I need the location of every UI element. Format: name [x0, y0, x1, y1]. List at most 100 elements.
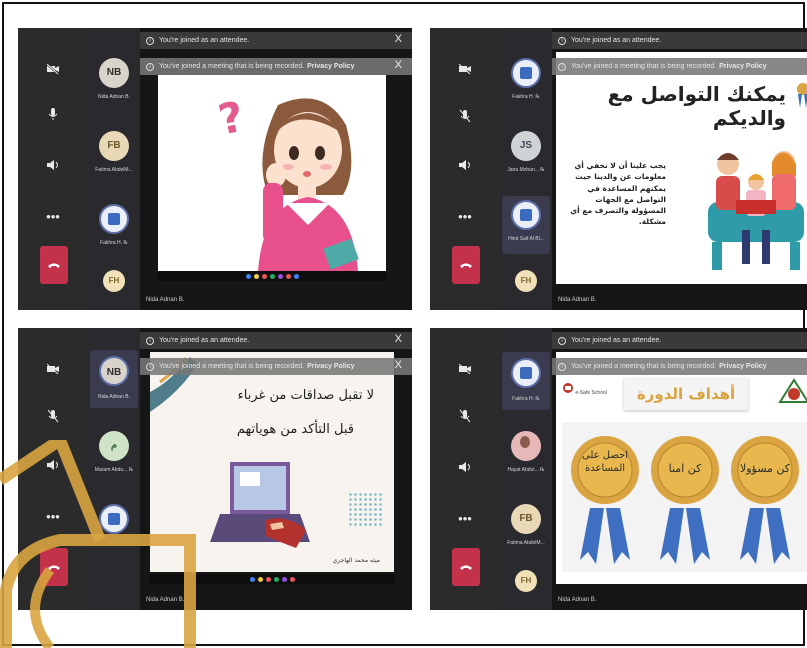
hang-up-button[interactable]	[452, 548, 480, 586]
avatar[interactable]	[99, 504, 129, 534]
slide-course-goals: e-Safe School أهداف الدورة احصل على المس…	[556, 352, 807, 584]
participant-name: Hayat Abdul... ℞	[507, 467, 545, 473]
mic-off-icon[interactable]	[454, 408, 476, 430]
shared-screen: i You're joined as an attendee. X لا تقب…	[140, 328, 412, 610]
speaker-icon[interactable]	[42, 456, 64, 478]
participant-name: Fatima AbdelM...	[507, 540, 545, 546]
avatar[interactable]	[99, 204, 129, 234]
info-icon: i	[558, 62, 566, 71]
slide-body: يجب علينا أن لا نخفي أي معلومات عن والدي…	[570, 161, 666, 227]
presenter-name: Nida Adnan B.	[146, 597, 185, 603]
medal-be-safe: كن امنا	[650, 428, 720, 573]
info-icon: i	[146, 336, 154, 345]
participant-name: Fakhra H. ℞	[512, 94, 540, 100]
slide-talk-to-parents: يمكنك التواصل مع والديكم يجب علينا أن لا…	[556, 52, 807, 284]
avatar[interactable]: NB	[99, 58, 129, 88]
avatar[interactable]: FH	[515, 270, 537, 292]
camera-off-icon[interactable]	[42, 360, 64, 382]
more-options-icon[interactable]: •••	[42, 506, 64, 528]
attendee-notification: i You're joined as an attendee. X	[552, 332, 807, 349]
slide-credit: ميثه محمد الهاجري	[332, 557, 380, 564]
more-options-icon[interactable]: •••	[454, 206, 476, 228]
participant-name: Fatima AbdelM...	[95, 167, 133, 173]
presenter-taskbar	[158, 271, 386, 281]
info-icon: i	[558, 336, 566, 345]
presenter-name: Nida Adnan B.	[558, 297, 597, 303]
avatar[interactable]	[511, 358, 541, 388]
mic-off-icon[interactable]	[454, 108, 476, 130]
info-icon: i	[146, 36, 154, 45]
meeting-panel-4: ••• Fakhra H. ℞ Hayat Abdul... ℞ FB Fati…	[430, 328, 807, 610]
participant-name: Jana Mohan... ℞	[507, 167, 545, 173]
speaker-icon[interactable]	[454, 156, 476, 178]
mic-icon[interactable]	[42, 106, 64, 128]
slide-header: أهداف الدورة	[636, 385, 736, 403]
avatar[interactable]: JS	[511, 131, 541, 161]
participant-name: Nida Adnan B.	[98, 394, 130, 400]
close-icon[interactable]: X	[395, 333, 402, 345]
call-controls: •••	[18, 328, 88, 610]
meeting-panel-1: ••• NB Nida Adnan B. FB Fatima AbdelM...…	[18, 28, 412, 310]
avatar[interactable]	[511, 58, 541, 88]
close-icon[interactable]: X	[395, 33, 402, 45]
avatar[interactable]	[511, 431, 541, 461]
camera-off-icon[interactable]	[42, 60, 64, 82]
info-icon: i	[146, 362, 154, 371]
meeting-panel-2: ••• Fakhra H. ℞ JS Jana Mohan... ℞ Hind …	[430, 28, 807, 310]
hang-up-button[interactable]	[40, 246, 68, 284]
avatar[interactable]	[511, 200, 541, 230]
notification-text: You're joined as an attendee.	[571, 37, 662, 44]
info-icon: i	[558, 362, 566, 371]
participant-name: Maram Abdu... ℞	[94, 467, 134, 473]
info-icon: i	[146, 62, 154, 71]
avatar[interactable]: FH	[103, 270, 125, 292]
call-controls: •••	[430, 28, 500, 310]
privacy-policy-link[interactable]: Privacy Policy	[719, 363, 766, 370]
hang-up-button[interactable]	[40, 548, 68, 586]
school-logo-icon	[563, 383, 573, 393]
avatar[interactable]: م	[99, 431, 129, 461]
thinking-girl-illustration: ?	[214, 92, 359, 271]
more-options-icon[interactable]: •••	[42, 206, 64, 228]
hang-up-button[interactable]	[452, 246, 480, 284]
privacy-policy-link[interactable]: Privacy Policy	[307, 63, 354, 70]
camera-off-icon[interactable]	[454, 360, 476, 382]
hang-up-icon	[48, 565, 60, 570]
hang-up-icon	[460, 263, 472, 268]
medal-label: كن امنا	[668, 462, 702, 475]
slide-title: يمكنك التواصل مع والديكم	[607, 82, 786, 130]
participant-roster: NB Nida Adnan B. م Maram Abdu... ℞	[88, 328, 140, 610]
medal-label: كن مسؤولا	[739, 462, 791, 475]
participant-name: Nida Adnan B.	[98, 94, 130, 100]
avatar[interactable]: FH	[515, 570, 537, 592]
medal-label: احصل على المساعدة	[582, 450, 628, 474]
award-ribbon-icon	[797, 83, 807, 108]
notification-text: You're joined as an attendee.	[159, 37, 250, 44]
shared-screen: i You're joined as an attendee. X e-Safe…	[552, 328, 807, 610]
family-reading-illustration	[708, 151, 804, 270]
close-icon[interactable]: X	[395, 59, 402, 71]
camera-off-icon[interactable]	[454, 60, 476, 82]
participant-name: Hind Saif Al Bl...	[508, 236, 544, 242]
more-options-icon[interactable]: •••	[454, 508, 476, 530]
privacy-policy-link[interactable]: Privacy Policy	[719, 63, 766, 70]
slide-header-box: أهداف الدورة	[624, 378, 748, 410]
attendee-notification: i You're joined as an attendee. X	[552, 32, 807, 49]
participant-roster: Fakhra H. ℞ Hayat Abdul... ℞ FB Fatima A…	[500, 328, 552, 610]
attendee-notification: i You're joined as an attendee. X	[140, 32, 412, 49]
info-icon: i	[558, 36, 566, 45]
speaker-icon[interactable]	[454, 458, 476, 480]
participant-name: Fakhra H. ℞	[100, 240, 128, 246]
notification-text: You're joined as an attendee.	[159, 337, 250, 344]
avatar[interactable]: FB	[511, 504, 541, 534]
privacy-policy-link[interactable]: Privacy Policy	[307, 363, 354, 370]
avatar[interactable]: NB	[99, 356, 129, 386]
mic-off-icon[interactable]	[42, 408, 64, 430]
recording-notification: i You've joined a meeting that is being …	[552, 358, 807, 375]
school-logo: e-Safe School	[562, 382, 607, 396]
avatar[interactable]: FB	[99, 131, 129, 161]
attendee-notification: i You're joined as an attendee. X	[140, 332, 412, 349]
speaker-icon[interactable]	[42, 156, 64, 178]
close-icon[interactable]: X	[395, 359, 402, 371]
svg-text:?: ?	[214, 92, 248, 145]
